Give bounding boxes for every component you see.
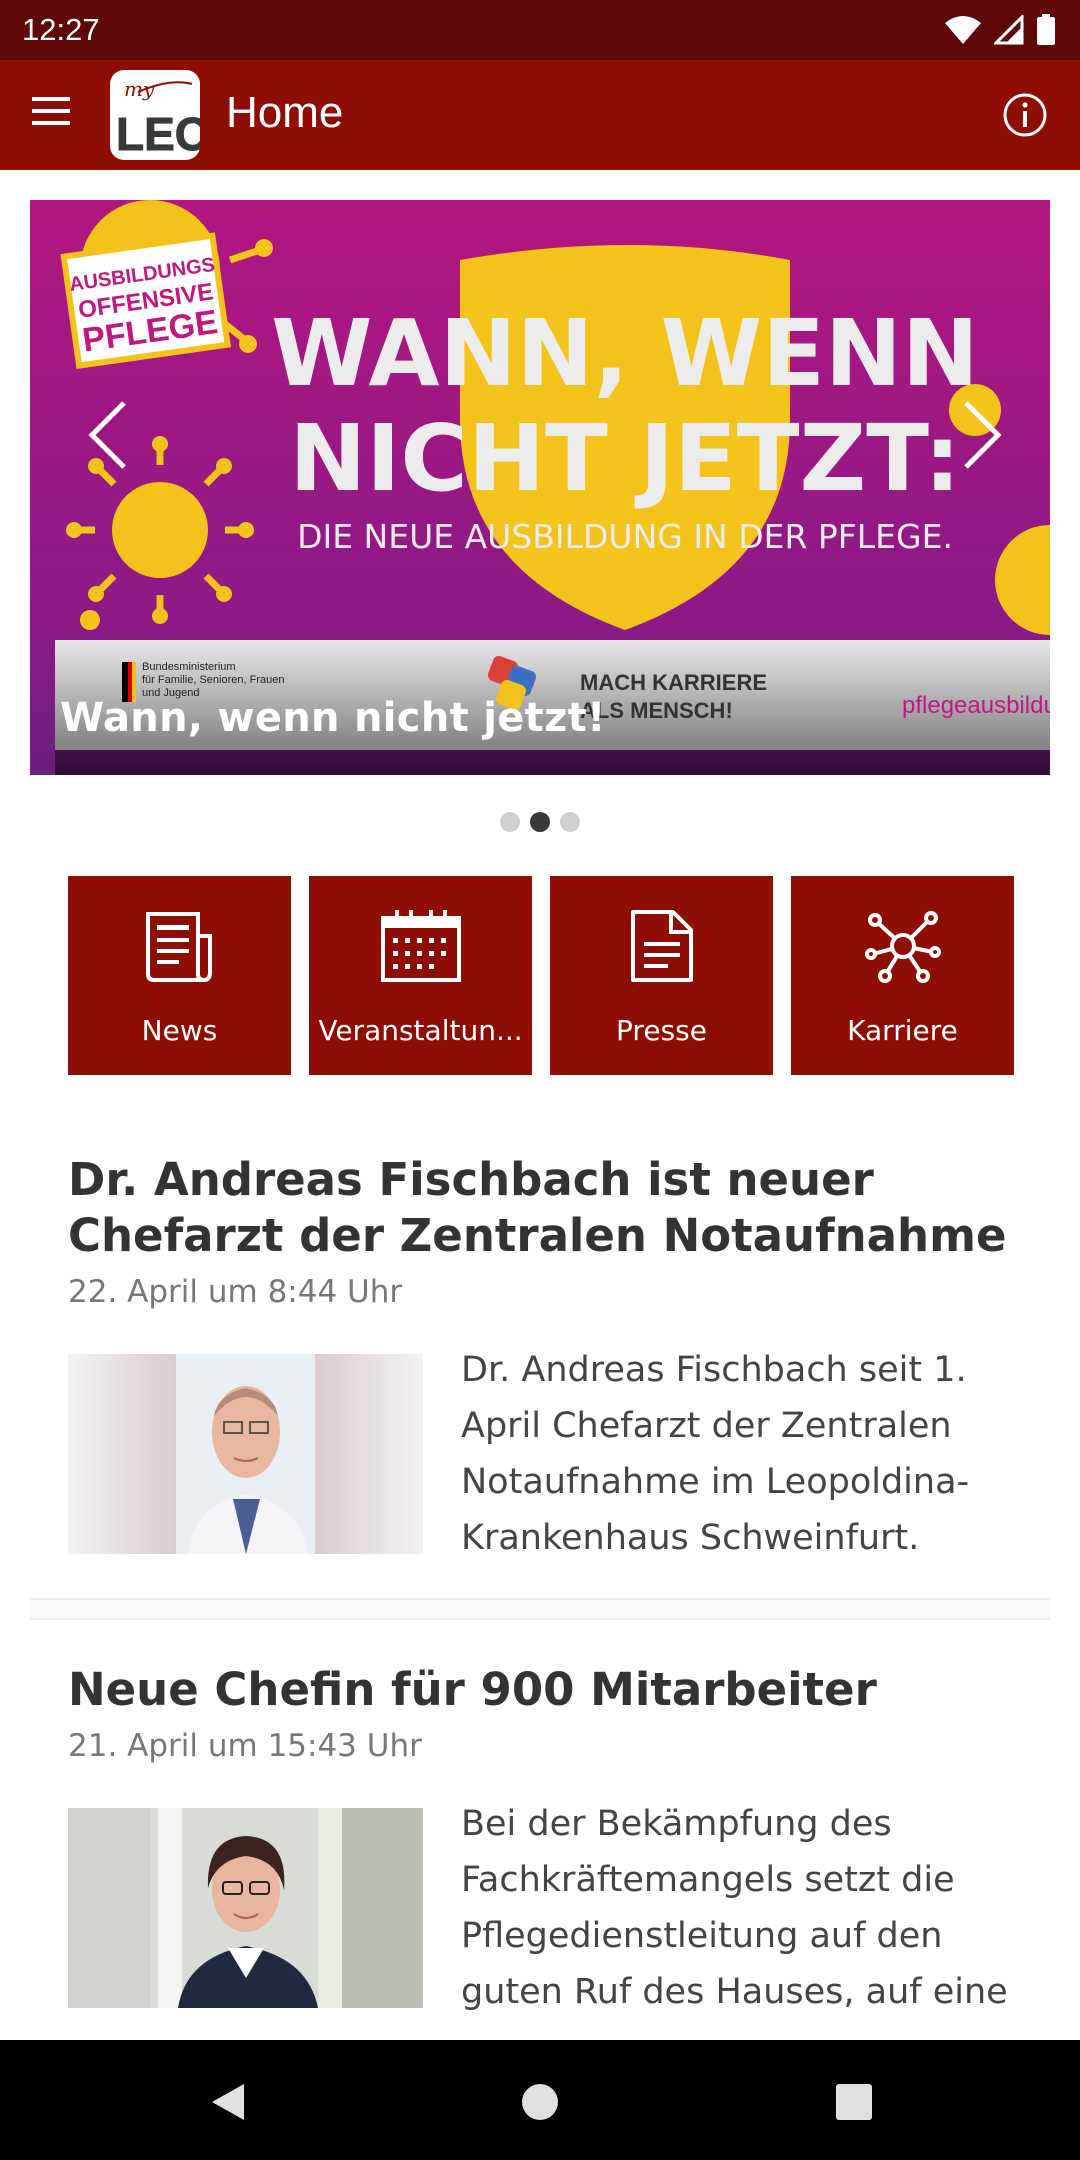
- quick-links: News Veranstaltun... Presse Karriere: [68, 876, 1014, 1075]
- app-logo: my LEO: [110, 70, 200, 160]
- svg-text:für Familie, Senioren, Frauen: für Familie, Senioren, Frauen: [142, 674, 284, 686]
- svg-text:pflegeausbildung: pflegeausbildung: [902, 692, 1050, 719]
- svg-text:my: my: [124, 77, 155, 101]
- carousel-dot-3[interactable]: [560, 812, 580, 832]
- battery-icon: [1037, 14, 1055, 45]
- svg-text:NICHT JETZT:: NICHT JETZT:: [289, 405, 961, 512]
- article-title: Neue Chefin für 900 Mitarbeiter: [68, 1663, 877, 1716]
- status-bar: 12:27: [0, 0, 1080, 60]
- tile-news-label: News: [141, 1014, 218, 1047]
- system-nav-bar: [0, 2040, 1080, 2160]
- tile-events[interactable]: Veranstaltun...: [309, 876, 532, 1075]
- carousel-next-arrow[interactable]: [950, 385, 1010, 485]
- tile-news[interactable]: News: [68, 876, 291, 1075]
- article-date: 22. April um 8:44 Uhr: [68, 1274, 403, 1310]
- carousel-prev-arrow[interactable]: [80, 385, 140, 485]
- article-title: Dr. Andreas Fischbach ist neuer Chefarzt…: [68, 1153, 1007, 1262]
- signal-icon: [994, 15, 1024, 45]
- home-icon[interactable]: [518, 2080, 562, 2124]
- tile-career[interactable]: Karriere: [791, 876, 1014, 1075]
- carousel-dot-1[interactable]: [500, 812, 520, 832]
- article-divider: [30, 1598, 1050, 1620]
- banner-image: AUSBILDUNGS OFFENSIVE PFLEGE WANN, WENN …: [30, 200, 1050, 775]
- info-icon[interactable]: [1002, 92, 1048, 138]
- network-icon: [858, 906, 948, 986]
- status-time: 12:27: [22, 12, 100, 47]
- newspaper-icon: [135, 906, 225, 986]
- carousel-pagination: [0, 812, 1080, 832]
- svg-text:DIE NEUE AUSBILDUNG IN DER PFL: DIE NEUE AUSBILDUNG IN DER PFLEGE.: [297, 517, 953, 556]
- page-title: Home: [226, 88, 344, 137]
- tile-events-label: Veranstaltun...: [318, 1014, 523, 1047]
- svg-text:Bundesministerium: Bundesministerium: [142, 661, 236, 673]
- calendar-icon: [376, 906, 466, 986]
- recents-icon[interactable]: [832, 2080, 876, 2124]
- hamburger-menu-icon[interactable]: [30, 93, 80, 137]
- tile-press-label: Presse: [616, 1014, 707, 1047]
- tile-press[interactable]: Presse: [550, 876, 773, 1075]
- article-thumbnail: [68, 1354, 423, 1554]
- document-icon: [617, 906, 707, 986]
- hero-carousel[interactable]: AUSBILDUNGS OFFENSIVE PFLEGE WANN, WENN …: [30, 200, 1050, 775]
- banner-caption: Wann, wenn nicht jetzt!: [60, 695, 606, 741]
- svg-text:MACH KARRIERE: MACH KARRIERE: [580, 670, 767, 695]
- article-excerpt: Bei der Bekämpfung des Fachkräftemangels…: [461, 1804, 1008, 2012]
- app-bar: my LEO Home: [0, 60, 1080, 170]
- news-article-1[interactable]: Dr. Andreas Fischbach ist neuer Chefarzt…: [68, 1152, 1012, 1566]
- svg-text:LEO: LEO: [116, 108, 200, 160]
- svg-text:WANN, WENN: WANN, WENN: [271, 300, 979, 407]
- wifi-icon: [945, 16, 981, 44]
- carousel-dot-2[interactable]: [530, 812, 550, 832]
- article-excerpt: Dr. Andreas Fischbach seit 1. April Chef…: [461, 1350, 970, 1558]
- news-article-2[interactable]: Neue Chefin für 900 Mitarbeiter 21. Apri…: [68, 1662, 1012, 2020]
- status-icons: [944, 14, 1056, 46]
- tile-career-label: Karriere: [847, 1014, 958, 1047]
- article-date: 21. April um 15:43 Uhr: [68, 1728, 422, 1764]
- article-thumbnail: [68, 1808, 423, 2008]
- back-icon[interactable]: [206, 2080, 250, 2124]
